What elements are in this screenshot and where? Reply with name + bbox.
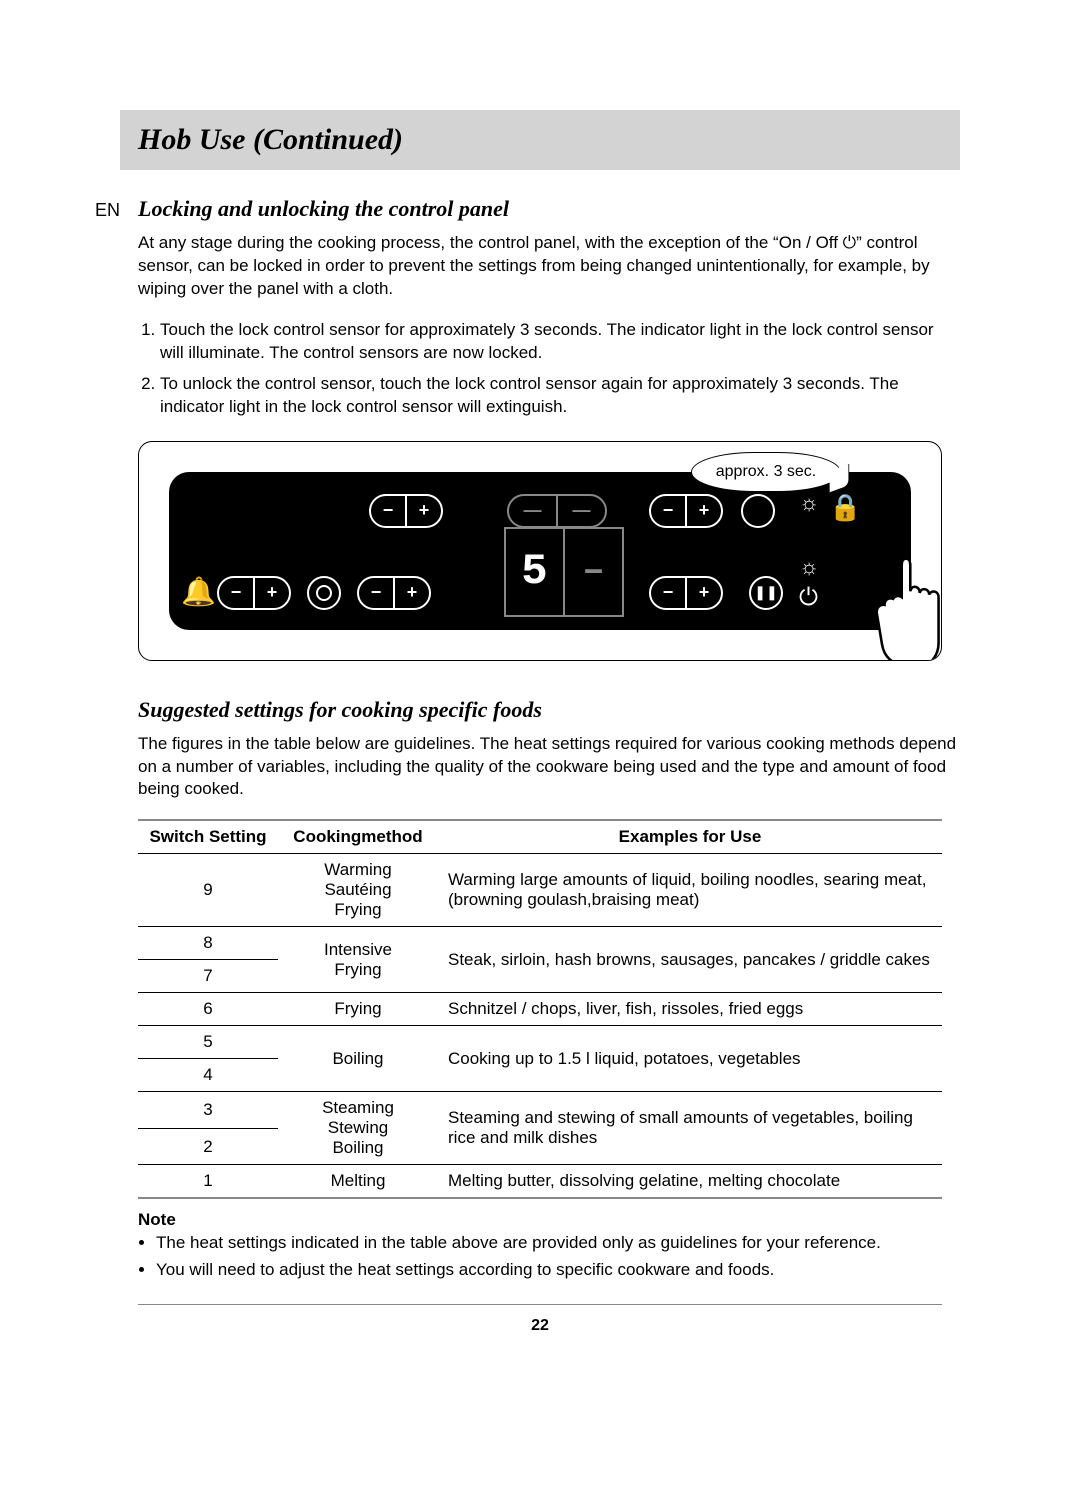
timer-bell-icon: 🔔 — [181, 575, 216, 608]
note-title: Note — [138, 1209, 942, 1232]
table-header: Examples for Use — [438, 820, 942, 854]
plus-minus-control: −+ — [369, 494, 443, 528]
zone-selector-icon — [307, 576, 341, 610]
plus-minus-control: −+ — [649, 494, 723, 528]
section2-intro: The figures in the table below are guide… — [138, 733, 960, 802]
step-2: To unlock the control sensor, touch the … — [160, 373, 960, 419]
zone-indicator-icon — [741, 494, 775, 528]
note-block: Note The heat settings indicated in the … — [138, 1209, 942, 1282]
control-panel-figure: approx. 3 sec. −+ −+ ☼ 🔒 5 – —— 🔔 −+ −+ … — [138, 441, 942, 661]
title-band: Hob Use (Continued) — [120, 110, 960, 170]
page-number: 22 — [120, 1317, 960, 1335]
table-row: 5 Boiling Cooking up to 1.5 l liquid, po… — [138, 1026, 942, 1059]
plus-minus-control: −+ — [217, 576, 291, 610]
note-item: You will need to adjust the heat setting… — [156, 1259, 942, 1282]
footer-divider — [138, 1304, 942, 1305]
power-icon: ⏻ — [799, 584, 818, 612]
pause-icon: ❚❚ — [749, 576, 783, 610]
table-row: 6 Frying Schnitzel / chops, liver, fish,… — [138, 993, 942, 1026]
display-digit-right: – — [565, 529, 622, 615]
hob-control-panel: −+ −+ ☼ 🔒 5 – —— 🔔 −+ −+ −+ ❚❚ ☼ ⏻ — [169, 472, 911, 630]
section1-intro: At any stage during the cooking process,… — [138, 232, 960, 301]
page-title: Hob Use (Continued) — [138, 123, 403, 157]
table-row: 1 Melting Melting butter, dissolving gel… — [138, 1165, 942, 1199]
lock-icon: 🔒 — [829, 492, 861, 523]
display-digit-left: 5 — [506, 529, 565, 615]
plus-minus-control: −+ — [357, 576, 431, 610]
section2-heading: Suggested settings for cooking specific … — [138, 697, 960, 723]
settings-table: Switch Setting Cookingmethod Examples fo… — [138, 819, 942, 1199]
language-tag: EN — [95, 200, 120, 221]
note-item: The heat settings indicated in the table… — [156, 1232, 942, 1255]
hand-pointer-icon — [861, 550, 942, 661]
table-header: Switch Setting — [138, 820, 278, 854]
table-header: Cookingmethod — [278, 820, 438, 854]
brightness-icon: ☼ — [799, 554, 819, 580]
table-row: 3 Steaming Stewing Boiling Steaming and … — [138, 1092, 942, 1129]
section1-heading: Locking and unlocking the control panel — [138, 196, 960, 222]
plus-minus-control: −+ — [649, 576, 723, 610]
step-1: Touch the lock control sensor for approx… — [160, 319, 960, 365]
table-row: 9 Warming Sautéing Frying Warming large … — [138, 854, 942, 927]
brightness-icon: ☼ — [799, 490, 819, 516]
table-row: 8 Intensive Frying Steak, sirloin, hash … — [138, 927, 942, 960]
segment-dash: —— — [507, 494, 607, 528]
digital-display: 5 – — [504, 527, 624, 617]
speech-bubble: approx. 3 sec. — [691, 452, 841, 492]
section1-steps: Touch the lock control sensor for approx… — [138, 319, 960, 419]
